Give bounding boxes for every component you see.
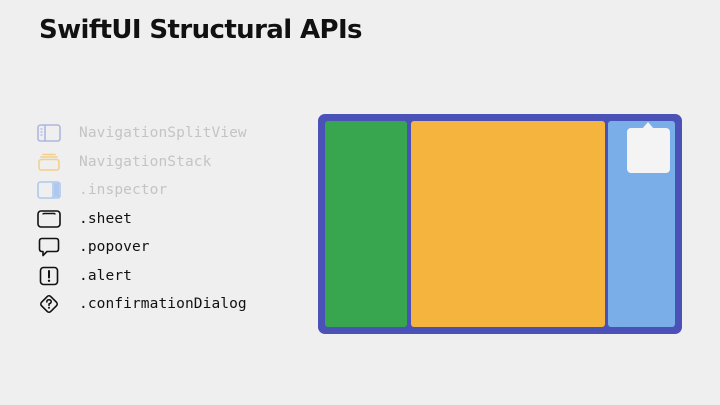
sidebar-split-icon (36, 122, 62, 144)
api-item-sheet: .sheet (36, 205, 306, 234)
inspector-icon (36, 179, 62, 201)
api-item-navigation-split-view: NavigationSplitView (36, 119, 306, 148)
sheet-icon (36, 208, 62, 230)
confirmation-dialog-icon (36, 293, 62, 315)
api-label: .confirmationDialog (79, 296, 247, 313)
api-label: .popover (79, 239, 150, 256)
sidebar-pane (325, 121, 407, 327)
stack-icon (36, 151, 62, 173)
popover-bubble-icon (36, 236, 62, 258)
split-view-illustration (318, 114, 682, 334)
popover-card (627, 122, 670, 173)
api-item-popover: .popover (36, 233, 306, 262)
popover-arrow (642, 122, 654, 129)
api-list: NavigationSplitView NavigationStack .ins… (36, 119, 306, 319)
alert-icon (36, 265, 62, 287)
api-label: .sheet (79, 210, 132, 227)
api-label: NavigationStack (79, 153, 212, 170)
slide-title: SwiftUI Structural APIs (39, 15, 363, 45)
api-item-navigation-stack: NavigationStack (36, 148, 306, 177)
api-label: .inspector (79, 182, 168, 199)
api-item-inspector: .inspector (36, 176, 306, 205)
api-label: .alert (79, 267, 132, 284)
api-label: NavigationSplitView (79, 125, 247, 142)
content-pane (411, 121, 605, 327)
api-item-alert: .alert (36, 262, 306, 291)
api-item-confirmation-dialog: .confirmationDialog (36, 290, 306, 319)
